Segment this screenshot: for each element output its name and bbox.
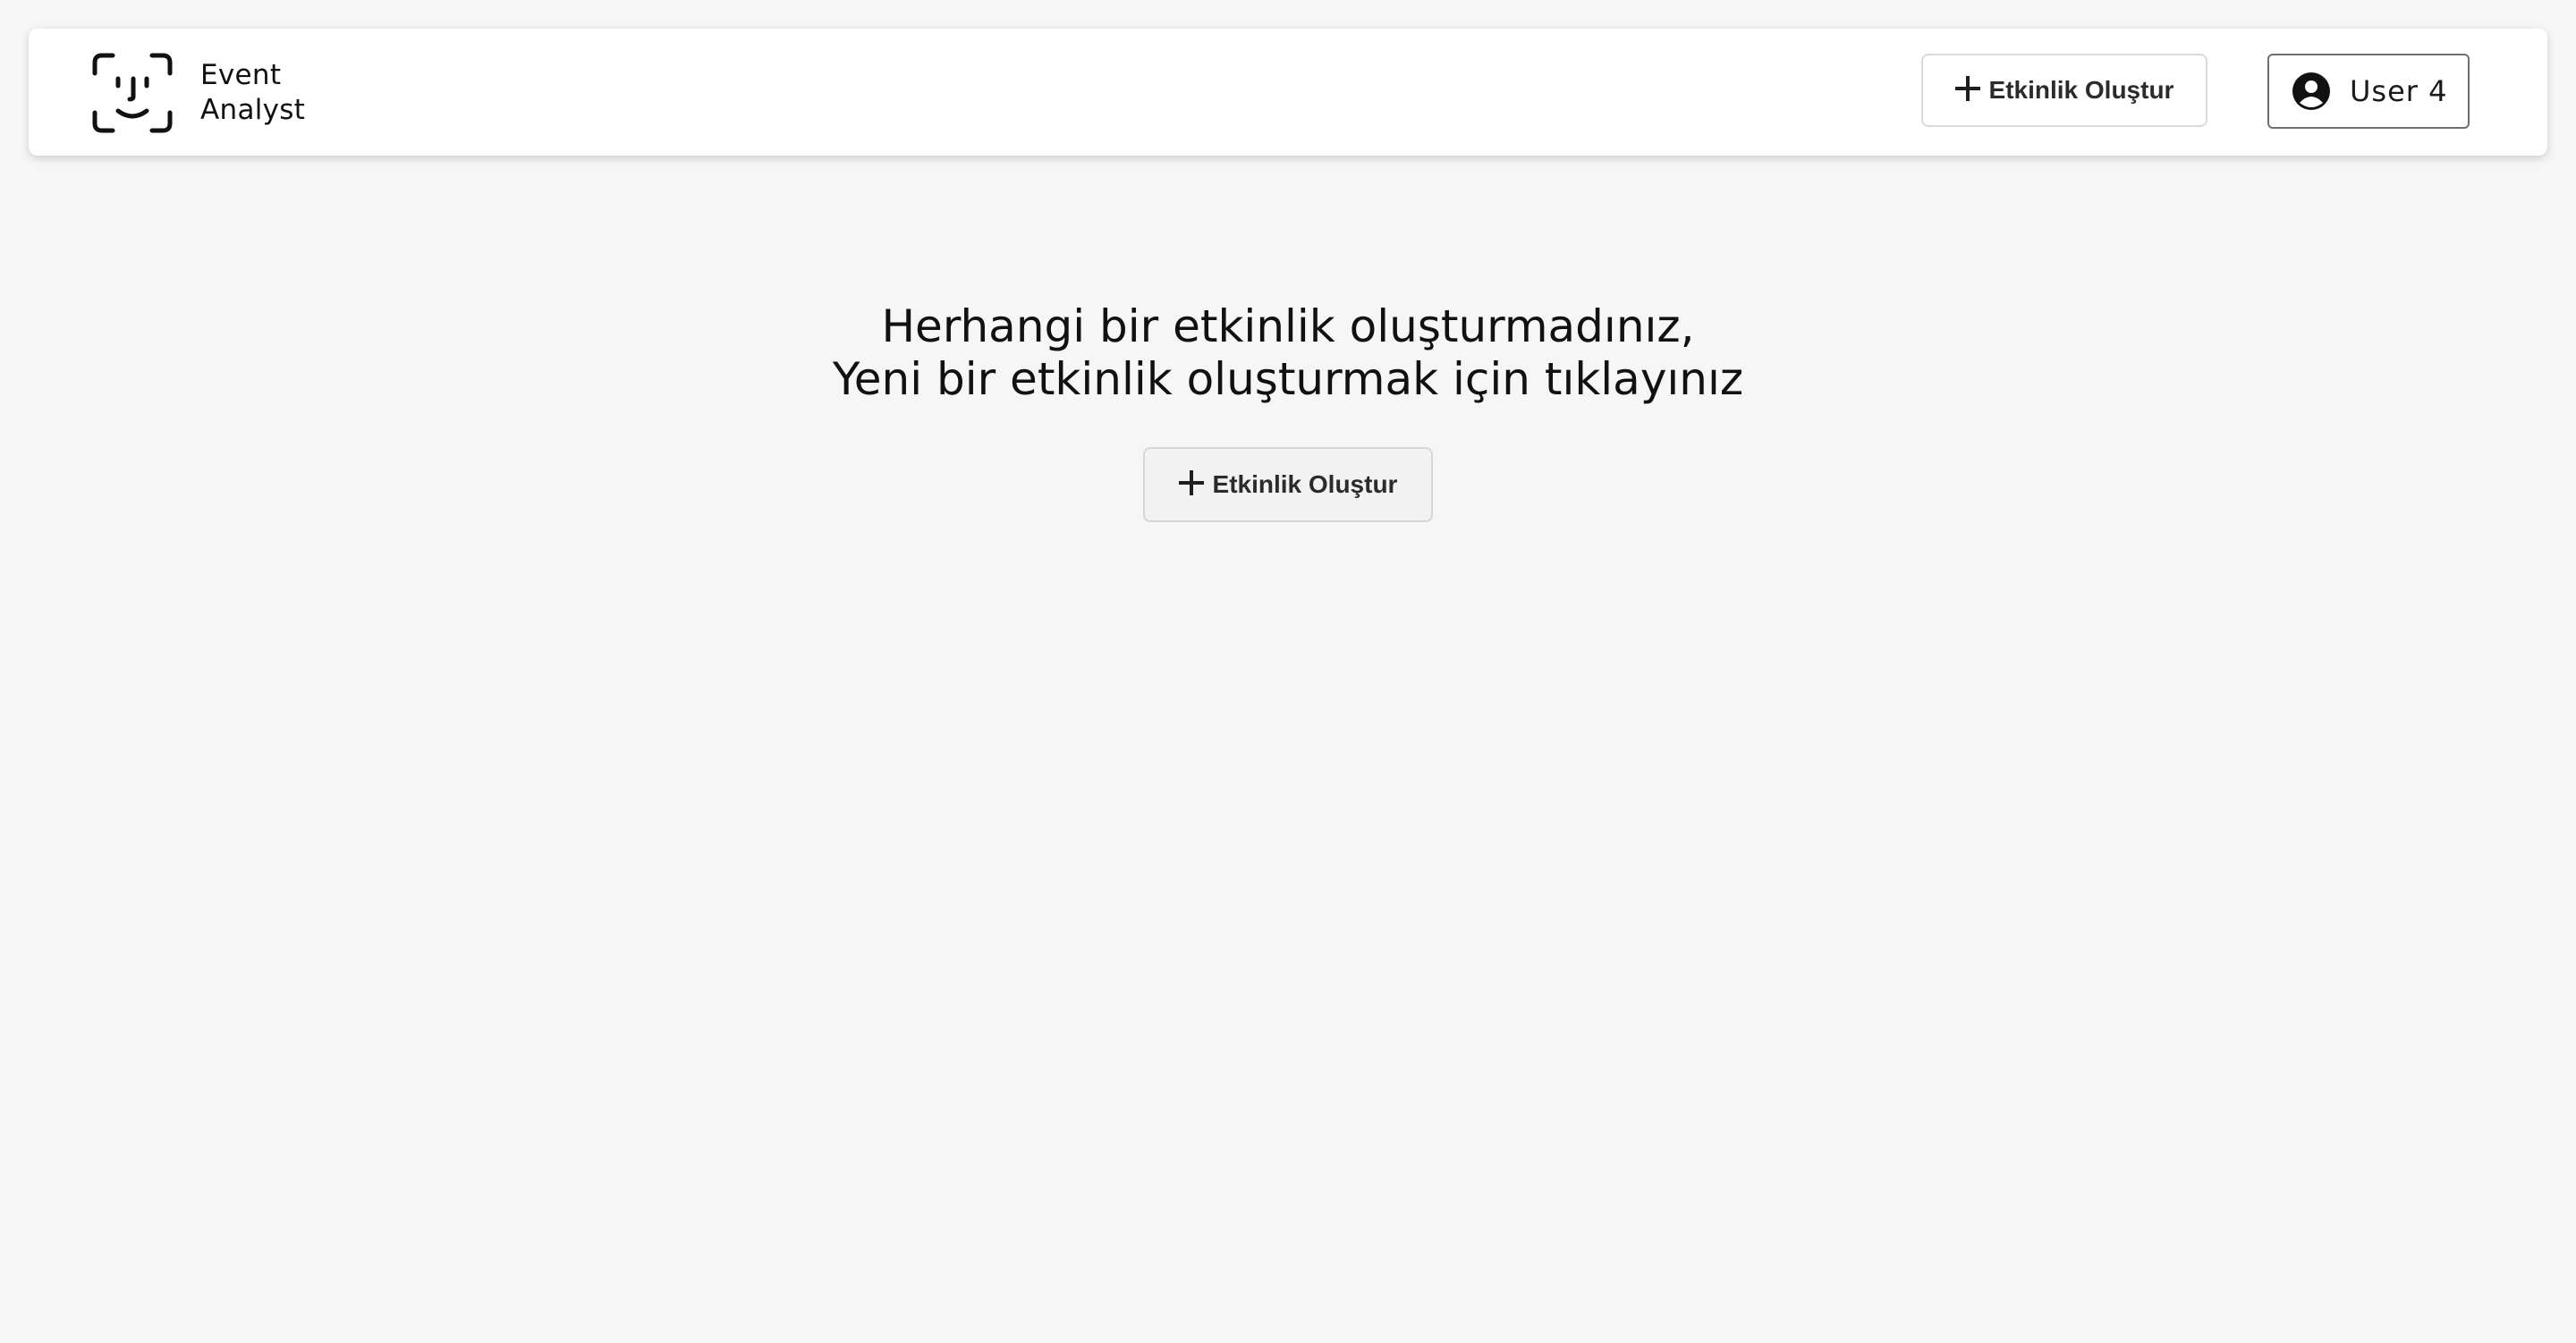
brand-name-line2: Analyst <box>200 94 306 126</box>
brand-name-line1: Event <box>200 59 282 91</box>
create-event-label: Etkinlik Oluştur <box>1212 470 1398 498</box>
user-menu-button[interactable]: User 4 <box>2267 54 2470 129</box>
header-create-event-label: Etkinlik Oluştur <box>1988 76 2174 104</box>
user-circle-icon <box>2292 72 2330 110</box>
empty-state-message: Herhangi bir etkinlik oluşturmadınız, Ye… <box>0 300 2576 406</box>
empty-state: Herhangi bir etkinlik oluşturmadınız, Ye… <box>0 300 2576 406</box>
empty-state-line1: Herhangi bir etkinlik oluşturmadınız, <box>881 300 1695 352</box>
empty-state-line2: Yeni bir etkinlik oluşturmak için tıklay… <box>832 353 1744 405</box>
top-navbar: Event Analyst Etkinlik Oluştur User 4 <box>29 29 2547 156</box>
user-name: User 4 <box>2350 74 2448 108</box>
create-event-button[interactable]: Etkinlik Oluştur <box>1143 447 1433 522</box>
plus-icon <box>1178 470 1204 495</box>
face-id-icon <box>92 53 173 133</box>
brand-logo-link[interactable]: Event Analyst <box>91 48 305 138</box>
brand-name: Event Analyst <box>200 58 305 128</box>
header-create-event-button[interactable]: Etkinlik Oluştur <box>1921 54 2207 127</box>
plus-icon <box>1954 76 1980 101</box>
